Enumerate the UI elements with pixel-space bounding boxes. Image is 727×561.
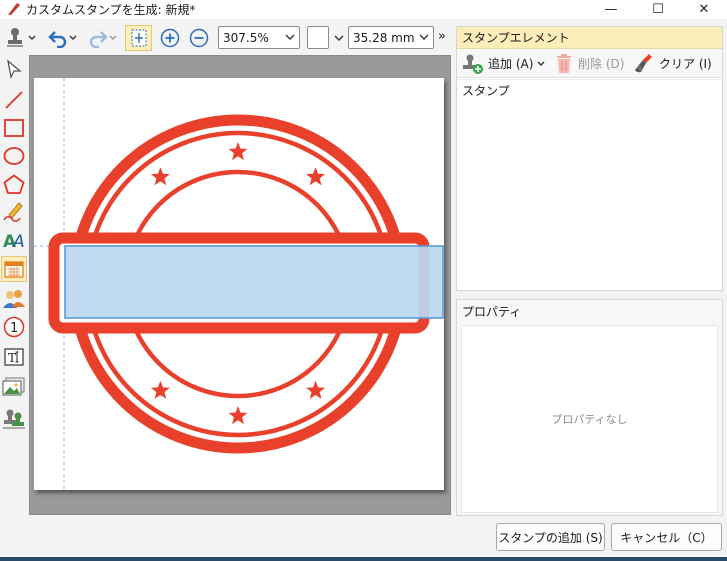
stamp-page[interactable] [34, 78, 444, 490]
number-tool[interactable]: 1 [1, 314, 27, 340]
stamp-icon [2, 408, 26, 430]
canvas-area[interactable] [29, 55, 451, 515]
stamp-elements-header: スタンプエレメント [457, 27, 722, 49]
stamp-star [306, 380, 326, 399]
stamp-graphic[interactable] [34, 78, 444, 490]
stamp-star [150, 167, 170, 186]
selection-box [64, 245, 444, 319]
polygon-icon [3, 174, 25, 194]
zoom-out-button[interactable] [187, 25, 211, 51]
stamp-dialog: カスタムスタンプを生成: 新規* — ☐ ✕ 307.5% 35.28 mm »… [0, 0, 727, 561]
toolbar: 307.5% 35.28 mm » [0, 22, 452, 54]
delete-element-label: 削除 (D) [578, 57, 625, 71]
color-picker[interactable] [307, 26, 329, 49]
stamp-star [150, 380, 170, 399]
image-icon [2, 377, 26, 397]
chevron-down-icon[interactable] [334, 34, 344, 42]
user-tool[interactable] [1, 286, 27, 312]
undo-button[interactable] [44, 25, 80, 51]
add-icon [461, 53, 485, 75]
zoom-select[interactable]: 307.5% [218, 26, 300, 49]
fit-page-icon [130, 28, 148, 48]
rectangle-icon [3, 118, 25, 138]
stamp-tool[interactable] [1, 406, 27, 432]
stamp-elements-panel: スタンプエレメント 追加 (A) 削除 (D) クリア (I) スタンプ [456, 26, 723, 291]
minimize-button[interactable]: — [588, 0, 634, 19]
ellipse-icon [3, 146, 25, 166]
window-title: カスタムスタンプを生成: 新規* [26, 3, 196, 17]
close-button[interactable]: ✕ [681, 0, 727, 19]
zoom-in-button[interactable] [158, 25, 182, 51]
stamp-elements-tree[interactable]: スタンプ [457, 79, 722, 290]
properties-header: プロパティ [462, 304, 522, 319]
redo-button[interactable] [84, 25, 120, 51]
text-box-icon: T [3, 347, 25, 367]
zoom-out-icon [189, 28, 209, 48]
chevron-down-icon [537, 61, 545, 67]
chevron-down-icon [109, 35, 117, 41]
chevron-down-icon [69, 35, 77, 41]
select-tool[interactable] [1, 56, 27, 82]
broom-icon [633, 53, 655, 75]
chevron-down-icon [28, 35, 36, 41]
polygon-tool[interactable] [1, 171, 27, 197]
clear-elements-label: クリア (I) [659, 57, 712, 71]
delete-element-button[interactable]: 削除 (D) [555, 52, 624, 75]
properties-empty-text: プロパティなし [551, 413, 628, 426]
zoom-in-icon [160, 28, 180, 48]
chevron-down-icon [285, 32, 295, 42]
image-tool[interactable] [1, 374, 27, 400]
line-tool[interactable] [1, 87, 27, 113]
pencil-tool[interactable] [1, 198, 27, 224]
stamp-elements-toolbar: 追加 (A) 削除 (D) クリア (I) [457, 49, 722, 78]
stamp-star [228, 406, 248, 425]
properties-panel: プロパティ プロパティなし [456, 299, 723, 516]
add-element-label: 追加 (A) [488, 57, 534, 71]
stamp-star [306, 167, 326, 186]
text-box-tool[interactable]: T [1, 344, 27, 370]
clear-elements-button[interactable]: クリア (I) [633, 52, 712, 75]
stamp-tool-icon [4, 27, 28, 49]
tree-item-stamp[interactable]: スタンプ [462, 82, 510, 99]
number-icon: 1 [3, 316, 25, 338]
text-style-tool[interactable]: AA [1, 227, 27, 253]
stamp-star [228, 142, 248, 161]
redo-icon [87, 28, 109, 48]
fit-page-button[interactable] [125, 25, 152, 51]
ellipse-tool[interactable] [1, 143, 27, 169]
line-icon [4, 90, 24, 110]
title-bar: カスタムスタンプを生成: 新規* — ☐ ✕ [0, 0, 727, 19]
app-icon [6, 2, 22, 16]
more-tools-button[interactable]: » [438, 29, 446, 44]
chevron-down-icon [419, 32, 429, 42]
date-icon [3, 259, 25, 279]
svg-text:A: A [12, 232, 25, 250]
text-style-icon: AA [2, 230, 26, 250]
undo-icon [47, 28, 69, 48]
width-select[interactable]: 35.28 mm [348, 26, 434, 49]
taskbar-edge [0, 557, 727, 561]
trash-icon [555, 53, 573, 75]
svg-text:1: 1 [10, 321, 18, 336]
cancel-button[interactable]: キャンセル（C） [611, 523, 722, 551]
width-value: 35.28 mm [353, 30, 415, 45]
add-element-button[interactable]: 追加 (A) [461, 52, 545, 75]
add-stamp-button[interactable]: スタンプの追加 (S) [496, 523, 605, 551]
pencil-icon [3, 200, 25, 222]
select-arrow-icon [5, 59, 23, 79]
user-icon [2, 288, 26, 310]
svg-text:T: T [8, 351, 16, 365]
rectangle-tool[interactable] [1, 115, 27, 141]
drawing-tools: AA 1 T [0, 56, 28, 436]
date-tool[interactable] [1, 256, 27, 282]
stamp-tool-dropdown[interactable] [2, 25, 38, 51]
zoom-value: 307.5% [223, 30, 269, 45]
properties-body: プロパティなし [461, 325, 718, 513]
maximize-button[interactable]: ☐ [635, 0, 681, 19]
